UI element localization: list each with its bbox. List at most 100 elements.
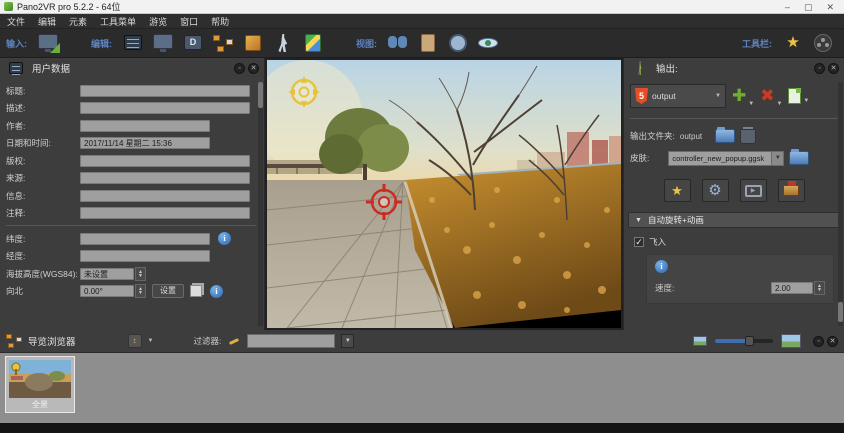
map-icon[interactable] [301, 33, 325, 53]
detach-tour-button[interactable]: ◦ [813, 336, 824, 347]
longitude-field[interactable] [80, 250, 210, 262]
thumbnail-caption: 全景 [6, 399, 74, 410]
speed-field[interactable]: 2.00 [771, 282, 813, 294]
skin-editor-icon[interactable]: ★ [781, 33, 805, 53]
hotspot-box-icon[interactable] [241, 33, 265, 53]
output-format-select[interactable]: 5 output ▼ [630, 84, 726, 108]
settings-gear-button[interactable]: ⚙ [702, 179, 729, 202]
divider [6, 225, 256, 226]
close-tour-button[interactable]: ✕ [827, 336, 838, 347]
filter-label: 过滤器: [193, 335, 221, 347]
north-stepper[interactable]: ▲▼ [135, 284, 146, 298]
north-field[interactable]: 0.00° [80, 285, 134, 297]
latitude-field[interactable] [80, 233, 210, 245]
altitude-stepper[interactable]: ▲▼ [135, 267, 146, 281]
user-data-scrollbar[interactable] [258, 82, 263, 326]
menu-window[interactable]: 窗口 [180, 15, 198, 28]
autorotate-section-header[interactable]: ▼ 自动旋转+动画 [628, 212, 840, 228]
properties-icon[interactable] [416, 33, 440, 53]
menu-elements[interactable]: 元素 [69, 15, 87, 28]
tour-browser-icon [6, 334, 22, 348]
set-north-button[interactable]: 设置 [152, 284, 184, 298]
maximize-button[interactable]: ▢ [804, 1, 813, 13]
user-data-icon[interactable] [121, 33, 145, 53]
sort-icon[interactable]: ↕ [128, 334, 142, 348]
detach-panel-button[interactable]: ◦ [234, 63, 245, 74]
author-field[interactable] [80, 120, 210, 132]
time-icon[interactable] [446, 33, 470, 53]
preview-output-button[interactable] [740, 179, 767, 202]
title-field-label: 标题: [6, 85, 80, 97]
open-folder-icon[interactable] [715, 129, 735, 143]
binoculars-icon[interactable] [386, 33, 410, 53]
skin-label: 皮肤: [630, 152, 649, 164]
panorama-viewer[interactable] [265, 58, 623, 330]
walkthrough-icon[interactable] [271, 33, 295, 53]
package-icon [783, 185, 799, 196]
gear-icon: ⚙ [708, 181, 721, 201]
north-label: 向北 [6, 285, 80, 297]
description-field[interactable] [80, 102, 250, 114]
add-output-button[interactable]: ✚ ▼ [732, 85, 754, 107]
tour-browser-header: 导览浏览器 ↕ ▼ 过滤器: ▼ ◦ ✕ [0, 330, 844, 352]
flyin-checkbox[interactable]: ✓ [634, 237, 644, 247]
dropdown-arrow-icon: ▼ [148, 338, 154, 344]
panorama-image [267, 60, 621, 328]
source-field[interactable] [80, 172, 250, 184]
flyin-settings-group: i 速度: 2.00 ▲▼ [646, 254, 834, 304]
animation-editor-icon[interactable] [811, 33, 835, 53]
menu-help[interactable]: 帮助 [211, 15, 229, 28]
output-format-value: output [652, 91, 711, 101]
thumbnail-size-slider[interactable] [715, 339, 773, 343]
dropdown-arrow-icon: ▼ [776, 101, 782, 107]
minimize-button[interactable]: – [785, 1, 790, 13]
user-data-header: 用户数据 ◦ ✕ [0, 58, 264, 78]
filter-input[interactable] [247, 334, 335, 348]
menu-edit[interactable]: 编辑 [38, 15, 56, 28]
tour-map-icon[interactable] [211, 33, 235, 53]
altitude-field[interactable]: 未设置 [80, 268, 134, 280]
x-icon: ✖ [760, 85, 774, 107]
copyright-field-label: 版权: [6, 155, 80, 167]
skin-wizard-button[interactable]: ★ [664, 179, 691, 202]
tour-browser-title: 导览浏览器 [28, 334, 76, 348]
copyright-field[interactable] [80, 155, 250, 167]
divider [630, 118, 838, 119]
menu-tools[interactable]: 工具菜单 [100, 15, 136, 28]
information-field[interactable] [80, 190, 250, 202]
toolbar-edit-label: 编辑: [91, 37, 112, 50]
flyin-label: 飞入 [649, 236, 666, 248]
menu-tour[interactable]: 游览 [149, 15, 167, 28]
latitude-label: 纬度: [6, 233, 80, 245]
detach-output-button[interactable]: ◦ [814, 63, 825, 74]
comment-field[interactable] [80, 207, 250, 219]
datetime-field[interactable]: 2017/11/14 星期二 15:36 [80, 137, 210, 149]
status-bar [0, 423, 844, 433]
filter-dropdown-button[interactable]: ▼ [341, 334, 354, 348]
title-field[interactable] [80, 85, 250, 97]
panorama-thumbnail-card[interactable]: 全景 [5, 356, 75, 413]
sound-icon[interactable]: D [181, 33, 205, 53]
document-icon [788, 88, 801, 104]
copy-icon[interactable] [190, 285, 202, 297]
close-panel-button[interactable]: ✕ [248, 63, 259, 74]
speed-stepper[interactable]: ▲▼ [814, 281, 825, 295]
flyin-info-icon[interactable]: i [655, 260, 668, 273]
north-info-icon[interactable]: i [210, 285, 223, 298]
output-scrollbar[interactable] [838, 82, 843, 326]
output-header: 输出: ◦ ✕ [624, 58, 844, 78]
latitude-info-icon[interactable]: i [218, 232, 231, 245]
preview-eye-icon[interactable] [476, 33, 500, 53]
dropdown-arrow-icon: ▼ [771, 152, 783, 165]
panorama-input-icon[interactable] [36, 33, 60, 53]
browse-skin-icon[interactable] [789, 151, 809, 165]
package-output-button[interactable] [778, 179, 805, 202]
generate-output-button[interactable]: ▼ [788, 88, 809, 104]
menu-file[interactable]: 文件 [7, 15, 25, 28]
close-button[interactable]: ✕ [826, 1, 834, 13]
remove-output-button[interactable]: ✖ ▼ [760, 85, 782, 107]
skin-select[interactable]: controller_new_popup.ggsk ▼ [668, 151, 784, 166]
trash-icon[interactable] [740, 129, 756, 144]
viewing-parameters-icon[interactable] [151, 33, 175, 53]
close-output-button[interactable]: ✕ [828, 63, 839, 74]
